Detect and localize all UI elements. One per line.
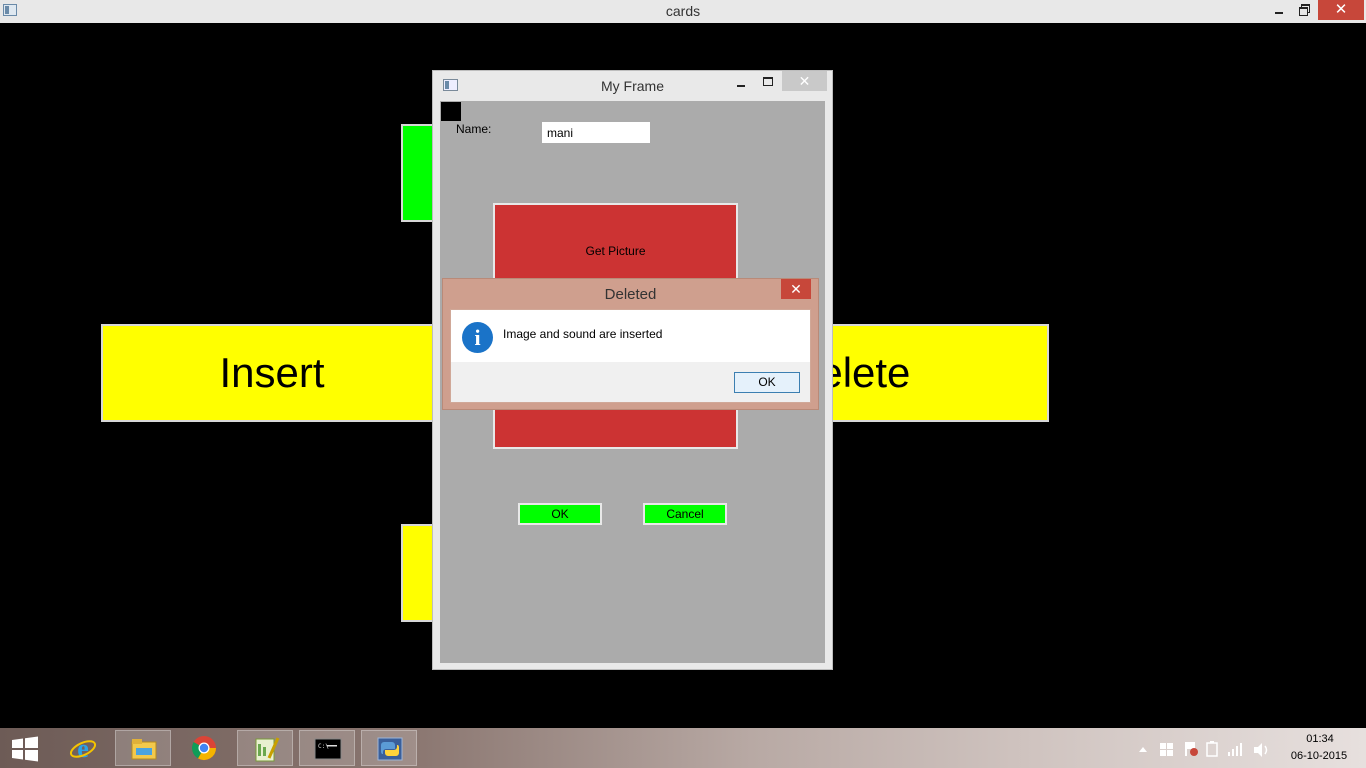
info-icon: i <box>462 322 493 353</box>
dialog-message-area: i Image and sound are inserted <box>451 310 810 362</box>
dialog-close-button[interactable]: ✕ <box>781 279 811 299</box>
my-frame-minimize-button[interactable] <box>733 75 749 95</box>
delete-button[interactable]: Delete <box>818 324 1049 422</box>
dialog-ok-button[interactable]: OK <box>734 372 800 393</box>
taskbar: e C:\ <box>0 728 1366 768</box>
taskbar-python[interactable] <box>361 730 417 766</box>
get-picture-label: Get Picture <box>585 244 646 258</box>
notepad-plus-plus-icon <box>255 737 280 762</box>
network-signal-icon <box>1228 743 1242 756</box>
clock-date[interactable]: 06-10-2015 <box>1286 750 1352 762</box>
dialog-body: i Image and sound are inserted OK <box>450 309 811 403</box>
taskbar-chrome[interactable] <box>176 730 232 766</box>
close-button[interactable]: ✕ <box>1318 0 1364 20</box>
black-square <box>441 102 461 121</box>
action-center-flag-icon <box>1185 742 1198 756</box>
dialog-message: Image and sound are inserted <box>503 327 663 341</box>
battery-icon <box>1206 741 1218 757</box>
taskbar-file-explorer[interactable] <box>115 730 171 766</box>
ok-button[interactable]: OK <box>518 503 602 525</box>
window-title: cards <box>665 3 701 19</box>
restore-button[interactable] <box>1293 0 1315 20</box>
python-icon <box>377 737 403 761</box>
command-prompt-icon: C:\ <box>314 738 342 760</box>
dialog-title: Deleted <box>604 286 657 303</box>
name-label: Name: <box>456 122 492 136</box>
window-titlebar: cards ✕ <box>0 0 1366 23</box>
my-frame-titlebar: My Frame ✕ <box>433 71 832 101</box>
system-tray <box>1130 736 1280 760</box>
tray-icons <box>1139 741 1268 757</box>
message-dialog: Deleted ✕ i Image and sound are inserted… <box>442 278 819 410</box>
my-frame-maximize-button[interactable] <box>759 75 775 95</box>
taskbar-notepad-plus-plus[interactable] <box>237 730 293 766</box>
my-frame-close-button[interactable]: ✕ <box>782 71 827 91</box>
windows-logo-icon <box>12 736 38 762</box>
taskbar-command-prompt[interactable]: C:\ <box>299 730 355 766</box>
cancel-button[interactable]: Cancel <box>643 503 727 525</box>
windows-update-icon <box>1160 743 1173 756</box>
volume-icon <box>1254 743 1268 757</box>
file-explorer-icon <box>131 739 157 760</box>
taskbar-internet-explorer[interactable]: e <box>55 730 111 766</box>
insert-button[interactable]: Insert <box>101 324 443 422</box>
clock-time[interactable]: 01:34 <box>1290 733 1350 745</box>
minimize-button[interactable] <box>1268 0 1290 20</box>
chrome-icon <box>191 736 216 761</box>
internet-explorer-icon: e <box>69 735 97 761</box>
name-input[interactable] <box>542 122 650 143</box>
start-button[interactable] <box>8 736 42 762</box>
show-hidden-icons-icon <box>1139 747 1147 752</box>
